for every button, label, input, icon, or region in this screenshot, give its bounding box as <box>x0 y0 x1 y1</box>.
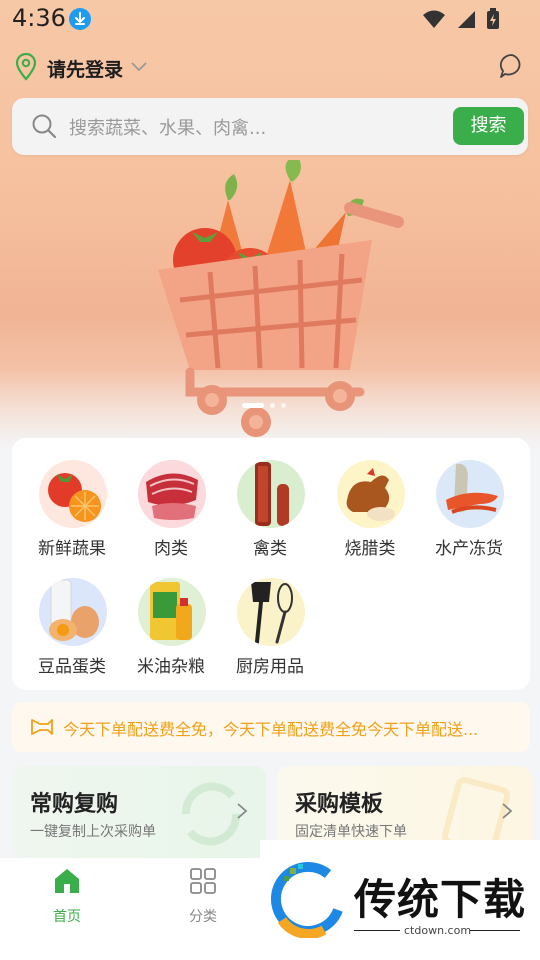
watermark-divider <box>354 930 400 931</box>
watermark-title: 传统下载 <box>354 875 527 924</box>
category-item-tofu-egg[interactable]: 豆品蛋类 <box>22 578 122 678</box>
carousel-indicator[interactable] <box>242 403 286 408</box>
announcement-text: 今天下单配送费全免，今天下单配送费全免今天下单配送... <box>63 720 479 739</box>
download-icon <box>69 8 91 30</box>
category-item-poultry[interactable]: 禽类 <box>220 460 320 560</box>
tab-category[interactable]: 分类 <box>163 866 243 926</box>
chevron-down-icon[interactable] <box>130 59 148 73</box>
tab-label: 分类 <box>189 909 217 925</box>
battery-icon <box>487 8 499 29</box>
category-label: 肉类 <box>154 539 188 559</box>
chevron-right-icon <box>502 803 513 819</box>
category-label: 禽类 <box>253 539 287 559</box>
category-item-meat[interactable]: 肉类 <box>121 460 221 560</box>
chevron-right-icon <box>237 803 248 819</box>
watermark-url: ctdown.com <box>404 924 472 937</box>
repurchase-subtitle: 一键复制上次采购单 <box>30 824 156 840</box>
watermark-divider <box>470 930 520 931</box>
category-label: 烧腊类 <box>344 539 396 559</box>
search-bar[interactable]: 搜索蔬菜、水果、肉禽... 搜索 <box>12 98 528 155</box>
carousel-dot[interactable] <box>242 403 264 408</box>
category-item-seafood[interactable]: 水产冻货 <box>419 460 519 560</box>
category-label: 米油杂粮 <box>137 657 205 677</box>
carousel-dot[interactable] <box>281 403 286 408</box>
search-button[interactable]: 搜索 <box>453 107 524 145</box>
category-label: 新鲜蔬果 <box>38 539 106 559</box>
tab-home[interactable]: 首页 <box>27 866 107 926</box>
location-row[interactable]: 请先登录 <box>14 52 526 84</box>
watermark-logo: 传统下载 ctdown.com <box>260 840 540 960</box>
search-icon <box>32 114 57 139</box>
message-icon[interactable] <box>498 52 526 80</box>
location-pin-icon <box>15 53 37 81</box>
home-icon <box>55 869 79 893</box>
shopping-cart-illustration <box>158 160 404 437</box>
signal-icon <box>458 11 475 28</box>
megaphone-icon <box>31 719 53 735</box>
category-label: 水产冻货 <box>435 539 503 559</box>
status-icons <box>422 8 500 30</box>
category-label: 厨房用品 <box>236 657 304 677</box>
meat-icon <box>138 460 206 528</box>
rice-oil-icon <box>138 578 206 646</box>
category-item-kitchenware[interactable]: 厨房用品 <box>220 578 320 678</box>
category-item-rice-oil[interactable]: 米油杂粮 <box>121 578 221 678</box>
vegetables-fruit-icon <box>39 460 107 528</box>
repurchase-card[interactable]: 常购复购 一键复制上次采购单 <box>12 766 266 858</box>
poultry-icon <box>237 460 305 528</box>
category-label: 豆品蛋类 <box>38 657 106 677</box>
roast-meat-icon <box>337 460 405 528</box>
seafood-icon <box>436 460 504 528</box>
template-subtitle: 固定清单快速下单 <box>295 824 407 840</box>
kitchenware-icon <box>237 578 305 646</box>
tab-label: 首页 <box>53 909 81 925</box>
wifi-icon <box>423 10 445 28</box>
category-item-vegetables[interactable]: 新鲜蔬果 <box>22 460 122 560</box>
carousel-dot[interactable] <box>270 403 275 408</box>
grid-icon <box>190 868 216 894</box>
ctdown-logo-icon <box>271 861 343 938</box>
status-time: 4:36 <box>12 4 66 32</box>
template-title: 采购模板 <box>295 792 384 817</box>
announcement-bar[interactable]: 今天下单配送费全免，今天下单配送费全免今天下单配送... <box>12 702 530 752</box>
repurchase-title: 常购复购 <box>30 792 119 817</box>
location-label[interactable]: 请先登录 <box>47 55 123 82</box>
category-grid: 新鲜蔬果 肉类 禽类 烧腊类 水产冻货 豆品蛋类 米油杂粮 厨房用品 <box>12 438 530 690</box>
category-item-roast[interactable]: 烧腊类 <box>320 460 420 560</box>
search-input[interactable]: 搜索蔬菜、水果、肉禽... <box>69 114 266 140</box>
status-bar: 4:36 <box>0 0 540 38</box>
tofu-egg-icon <box>39 578 107 646</box>
